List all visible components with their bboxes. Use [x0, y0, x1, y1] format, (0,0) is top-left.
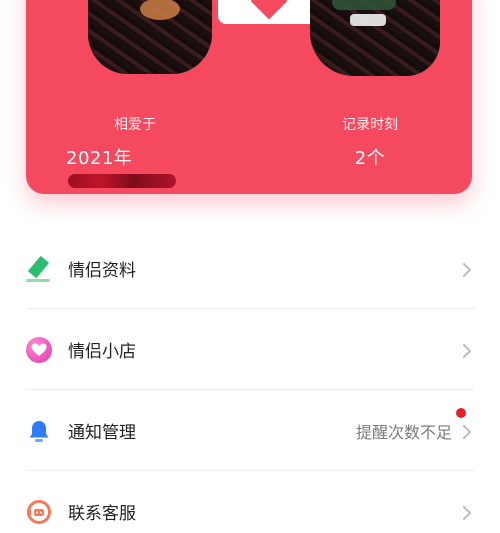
records-count: 2个: [354, 148, 386, 169]
photo-detail: [350, 14, 386, 26]
couple-card[interactable]: 相爱于 2021年 记录时刻 2个: [26, 0, 472, 194]
diamond-heart-icon: [250, 0, 288, 20]
chevron-right-icon: [460, 262, 474, 277]
pencil-underline: [26, 278, 50, 282]
heart-badge: [26, 336, 52, 363]
reminder-status-text: 提醒次数不足: [355, 407, 466, 443]
date-prefix: 2021年: [66, 148, 133, 169]
heart-icon: [26, 336, 52, 363]
customer-service-icon: [26, 499, 52, 525]
partner-avatar-left[interactable]: [88, 0, 212, 74]
chevron-right-icon: [460, 424, 474, 439]
records-label: 记录时刻: [342, 117, 398, 133]
chevron-right-icon: [460, 505, 474, 520]
photo-detail: [332, 0, 396, 10]
redaction-scribble: [310, 0, 440, 76]
pencil-icon: [26, 255, 52, 282]
menu-item-customer-service[interactable]: 联系客服: [0, 471, 500, 533]
menu-item-couple-shop[interactable]: 情侣小店: [0, 309, 500, 390]
menu-item-label: 联系客服: [68, 504, 136, 524]
together-since-stat: 相爱于 2021年: [66, 114, 234, 191]
menu-item-couple-profile[interactable]: 情侣资料: [0, 228, 500, 309]
settings-menu: 情侣资料 情侣小店 通知管理 提醒次数不足 联系客服: [0, 228, 500, 533]
bell-icon: [26, 418, 52, 444]
menu-item-label: 通知管理: [68, 423, 136, 443]
chevron-right-icon: [460, 343, 474, 358]
reminder-status-label: 提醒次数不足: [355, 422, 452, 442]
menu-item-label: 情侣资料: [68, 261, 136, 281]
menu-item-label: 情侣小店: [68, 342, 136, 362]
menu-item-notification-settings[interactable]: 通知管理 提醒次数不足: [0, 390, 500, 471]
records-stat: 记录时刻 2个: [316, 114, 424, 170]
redacted-date: [68, 174, 176, 188]
partner-avatar-right[interactable]: [310, 0, 440, 76]
notification-dot: [456, 407, 466, 418]
together-since-label: 相爱于: [114, 117, 156, 133]
together-since-date: 2021年: [66, 144, 234, 191]
pencil-body: [27, 255, 50, 278]
